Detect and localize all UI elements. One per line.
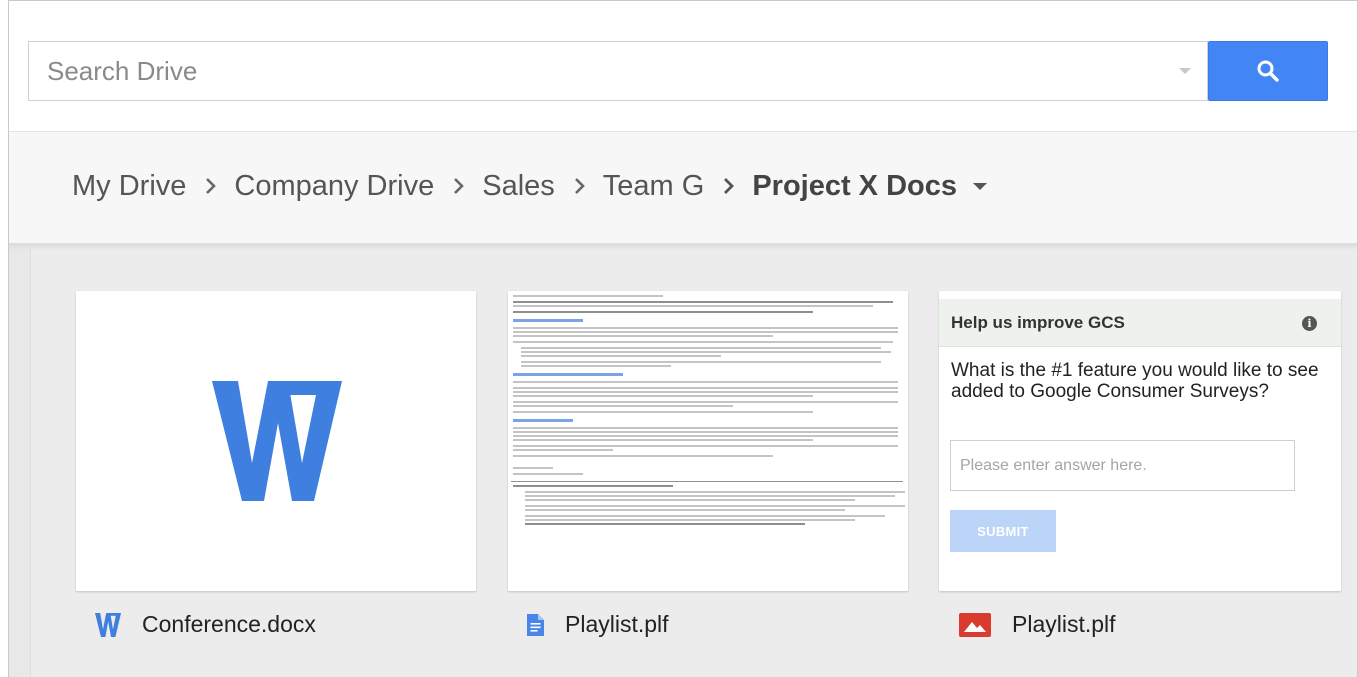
side-rail xyxy=(9,244,31,677)
file-name: Conference.docx xyxy=(142,611,316,637)
file-thumbnail-document-preview[interactable] xyxy=(508,291,908,591)
word-doc-icon xyxy=(95,612,121,637)
chevron-right-icon xyxy=(724,177,735,194)
word-logo-icon xyxy=(212,381,342,501)
search-bar xyxy=(28,41,1328,101)
survey-header: Help us improve GCS i xyxy=(939,299,1341,347)
file-item-playlist-image[interactable]: Playlist.plf xyxy=(959,611,1116,638)
breadcrumb-item-team-g[interactable]: Team G xyxy=(603,170,705,203)
image-file-icon xyxy=(959,612,991,637)
document-preview-lines xyxy=(511,291,905,591)
survey-answer-input[interactable] xyxy=(950,440,1295,491)
info-icon[interactable]: i xyxy=(1302,316,1317,331)
breadcrumb: My Drive Company Drive Sales Team G Proj… xyxy=(72,170,987,203)
header-shadow xyxy=(9,244,1357,250)
search-box xyxy=(28,41,1208,101)
breadcrumb-item-sales[interactable]: Sales xyxy=(482,170,555,203)
file-thumbnail-conference[interactable] xyxy=(76,291,476,591)
chevron-right-icon xyxy=(574,177,585,194)
breadcrumb-bar: My Drive Company Drive Sales Team G Proj… xyxy=(9,132,1357,244)
file-item-playlist-doc[interactable]: Playlist.plf xyxy=(527,611,669,638)
survey-question: What is the #1 feature you would like to… xyxy=(951,360,1319,402)
file-name: Playlist.plf xyxy=(565,611,669,637)
breadcrumb-item-my-drive[interactable]: My Drive xyxy=(72,170,186,203)
search-input[interactable] xyxy=(29,42,1169,100)
survey-submit-button[interactable]: SUBMIT xyxy=(950,510,1056,552)
search-button[interactable] xyxy=(1208,41,1328,101)
survey-title: Help us improve GCS xyxy=(951,313,1125,332)
file-name: Playlist.plf xyxy=(1012,611,1116,637)
google-doc-icon xyxy=(527,613,544,636)
search-options-chevron-icon[interactable] xyxy=(1179,68,1191,74)
chevron-right-icon xyxy=(454,177,465,194)
folder-menu-chevron-down-icon[interactable] xyxy=(973,183,987,190)
breadcrumb-current-folder[interactable]: Project X Docs xyxy=(752,170,957,203)
file-thumbnail-survey[interactable]: Help us improve GCS i What is the #1 fea… xyxy=(939,291,1341,591)
file-item-conference[interactable]: Conference.docx xyxy=(95,611,316,638)
breadcrumb-item-company-drive[interactable]: Company Drive xyxy=(234,170,434,203)
search-icon xyxy=(1257,60,1279,82)
chevron-right-icon xyxy=(206,177,217,194)
